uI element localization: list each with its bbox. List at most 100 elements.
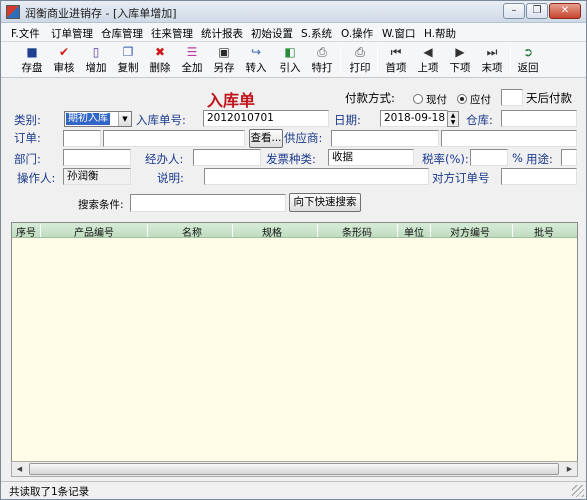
menu-operation[interactable]: O.操作 bbox=[341, 26, 373, 41]
window-title: 润衡商业进销存 - [入库单增加] bbox=[25, 7, 177, 20]
import-in-button[interactable]: ◧ 引入 bbox=[275, 44, 305, 76]
review-button[interactable]: ✔ 审核 bbox=[49, 44, 79, 76]
view-button[interactable]: 查看... bbox=[249, 129, 283, 148]
first-button[interactable]: ⏮ 首项 bbox=[381, 44, 411, 76]
order-field[interactable] bbox=[63, 130, 101, 147]
counter-order-number-field[interactable] bbox=[501, 168, 577, 185]
column-header[interactable]: 规格 bbox=[252, 224, 292, 239]
category-label: 类别: bbox=[14, 113, 41, 127]
scroll-right-icon[interactable]: ▶ bbox=[562, 462, 577, 476]
quick-search-down-button[interactable]: 向下快速搜索 bbox=[289, 193, 361, 212]
handler-field[interactable] bbox=[193, 149, 261, 166]
usage-label: 用途: bbox=[526, 152, 553, 166]
department-field[interactable] bbox=[63, 149, 131, 166]
category-select[interactable]: 期初入库 ▼ bbox=[64, 111, 132, 127]
column-header[interactable]: 单位 bbox=[400, 224, 428, 239]
order-detail-field[interactable] bbox=[103, 130, 245, 147]
previous-button[interactable]: ◀ 上项 bbox=[413, 44, 443, 76]
chevron-down-icon[interactable]: ▼ bbox=[118, 112, 131, 126]
spin-down-icon[interactable]: ▼ bbox=[448, 119, 458, 126]
warehouse-field[interactable] bbox=[501, 110, 577, 127]
payment-due-radio[interactable] bbox=[457, 94, 467, 104]
menu-bar: F.文件 订单管理 仓库管理 往来管理 统计报表 初始设置 S.系统 O.操作 … bbox=[1, 23, 586, 42]
close-button[interactable]: ✕ bbox=[549, 3, 581, 19]
menu-account-management[interactable]: 往来管理 bbox=[151, 26, 193, 41]
supplier-code-field[interactable] bbox=[331, 130, 439, 147]
previous-record-icon: ◀ bbox=[423, 45, 433, 59]
menu-system[interactable]: S.系统 bbox=[301, 26, 332, 41]
payment-days-input[interactable] bbox=[501, 89, 523, 106]
date-field[interactable]: 2018-09-18 bbox=[380, 110, 448, 127]
operator-field: 孙润衡 bbox=[63, 168, 131, 185]
special-print-button[interactable]: ⎙ 特打 bbox=[307, 44, 337, 76]
column-header[interactable]: 对方编号 bbox=[444, 224, 496, 239]
copy-button[interactable]: ❐ 复制 bbox=[113, 44, 143, 76]
resize-grip-icon[interactable] bbox=[572, 485, 584, 497]
menu-statistics-report[interactable]: 统计报表 bbox=[201, 26, 243, 41]
form-title: 入库单 bbox=[207, 91, 256, 110]
warehouse-label: 仓库: bbox=[466, 113, 493, 127]
menu-file[interactable]: F.文件 bbox=[11, 26, 40, 41]
order-number-field[interactable]: 2012010701 bbox=[203, 110, 329, 127]
back-button[interactable]: ➲ 返回 bbox=[513, 44, 543, 76]
scroll-left-icon[interactable]: ◀ bbox=[12, 462, 27, 476]
column-header[interactable]: 序号 bbox=[15, 224, 37, 239]
printer-icon: ⎙ bbox=[355, 45, 365, 59]
supplier-name-field[interactable] bbox=[441, 130, 577, 147]
scrollbar-thumb[interactable] bbox=[29, 463, 559, 475]
minimize-button[interactable]: – bbox=[503, 3, 525, 19]
first-record-icon: ⏮ bbox=[390, 45, 402, 59]
status-text: 共读取了1条记录 bbox=[9, 486, 90, 498]
horizontal-scrollbar[interactable]: ◀ ▶ bbox=[11, 461, 578, 477]
column-header[interactable]: 名称 bbox=[172, 224, 212, 239]
title-bar: 润衡商业进销存 - [入库单增加] – ❐ ✕ bbox=[1, 1, 586, 23]
payment-cash-radio[interactable] bbox=[413, 94, 423, 104]
special-print-icon: ⎙ bbox=[317, 45, 327, 59]
date-spinner[interactable]: ▲ ▼ bbox=[447, 111, 459, 127]
column-header[interactable]: 产品编号 bbox=[70, 224, 118, 239]
tax-rate-field[interactable] bbox=[470, 149, 508, 166]
menu-window[interactable]: W.窗口 bbox=[382, 26, 416, 41]
add-all-button[interactable]: ☰ 全加 bbox=[177, 44, 207, 76]
import-in-icon: ◧ bbox=[284, 45, 296, 59]
invoice-type-field[interactable]: 收据 bbox=[328, 149, 414, 166]
column-divider bbox=[317, 224, 318, 237]
tax-rate-label: 税率(%): bbox=[422, 152, 469, 166]
last-button[interactable]: ⏭ 末项 bbox=[477, 44, 507, 76]
save-as-button[interactable]: ▣ 另存 bbox=[209, 44, 239, 76]
items-grid[interactable]: 序号 产品编号 名称 规格 条形码 单位 对方编号 批号 bbox=[11, 222, 578, 477]
next-button[interactable]: ▶ 下项 bbox=[445, 44, 475, 76]
supplier-label: 供应商: bbox=[284, 131, 323, 145]
handler-label: 经办人: bbox=[145, 152, 184, 166]
search-input[interactable] bbox=[130, 194, 286, 212]
remark-field[interactable] bbox=[204, 168, 429, 185]
exit-door-icon: ➲ bbox=[522, 45, 534, 59]
usage-field[interactable] bbox=[561, 149, 577, 166]
toolbar: ■ 存盘 ✔ 审核 ▯ 增加 ❐ 复制 ✖ 删除 ☰ 全加 ▣ 另存 ↪ 转入 bbox=[1, 42, 586, 78]
menu-order-management[interactable]: 订单管理 bbox=[51, 26, 93, 41]
print-button[interactable]: ⎙ 打印 bbox=[345, 44, 375, 76]
menu-help[interactable]: H.帮助 bbox=[424, 26, 456, 41]
add-document-icon: ▯ bbox=[92, 45, 100, 59]
counter-order-number-label: 对方订单号 bbox=[432, 171, 490, 185]
delete-button[interactable]: ✖ 删除 bbox=[145, 44, 175, 76]
order-label: 订单: bbox=[14, 131, 41, 145]
spin-up-icon[interactable]: ▲ bbox=[448, 112, 458, 119]
restore-button[interactable]: ❐ bbox=[526, 3, 548, 19]
column-header[interactable]: 条形码 bbox=[332, 224, 382, 239]
days-later-label: 天后付款 bbox=[526, 91, 572, 105]
add-button[interactable]: ▯ 增加 bbox=[81, 44, 111, 76]
percent-sign: % bbox=[512, 151, 523, 165]
menu-warehouse-management[interactable]: 仓库管理 bbox=[101, 26, 143, 41]
checkmark-icon: ✔ bbox=[58, 45, 70, 59]
import-button[interactable]: ↪ 转入 bbox=[241, 44, 271, 76]
column-header[interactable]: 批号 bbox=[524, 224, 564, 239]
app-logo-icon bbox=[6, 5, 20, 19]
copy-icon: ❐ bbox=[122, 45, 134, 59]
menu-initial-settings[interactable]: 初始设置 bbox=[251, 26, 293, 41]
payment-cash-label: 现付 bbox=[426, 94, 447, 106]
save-button[interactable]: ■ 存盘 bbox=[17, 44, 47, 76]
delete-x-icon: ✖ bbox=[154, 45, 166, 59]
column-divider bbox=[40, 224, 41, 237]
column-divider bbox=[232, 224, 233, 237]
